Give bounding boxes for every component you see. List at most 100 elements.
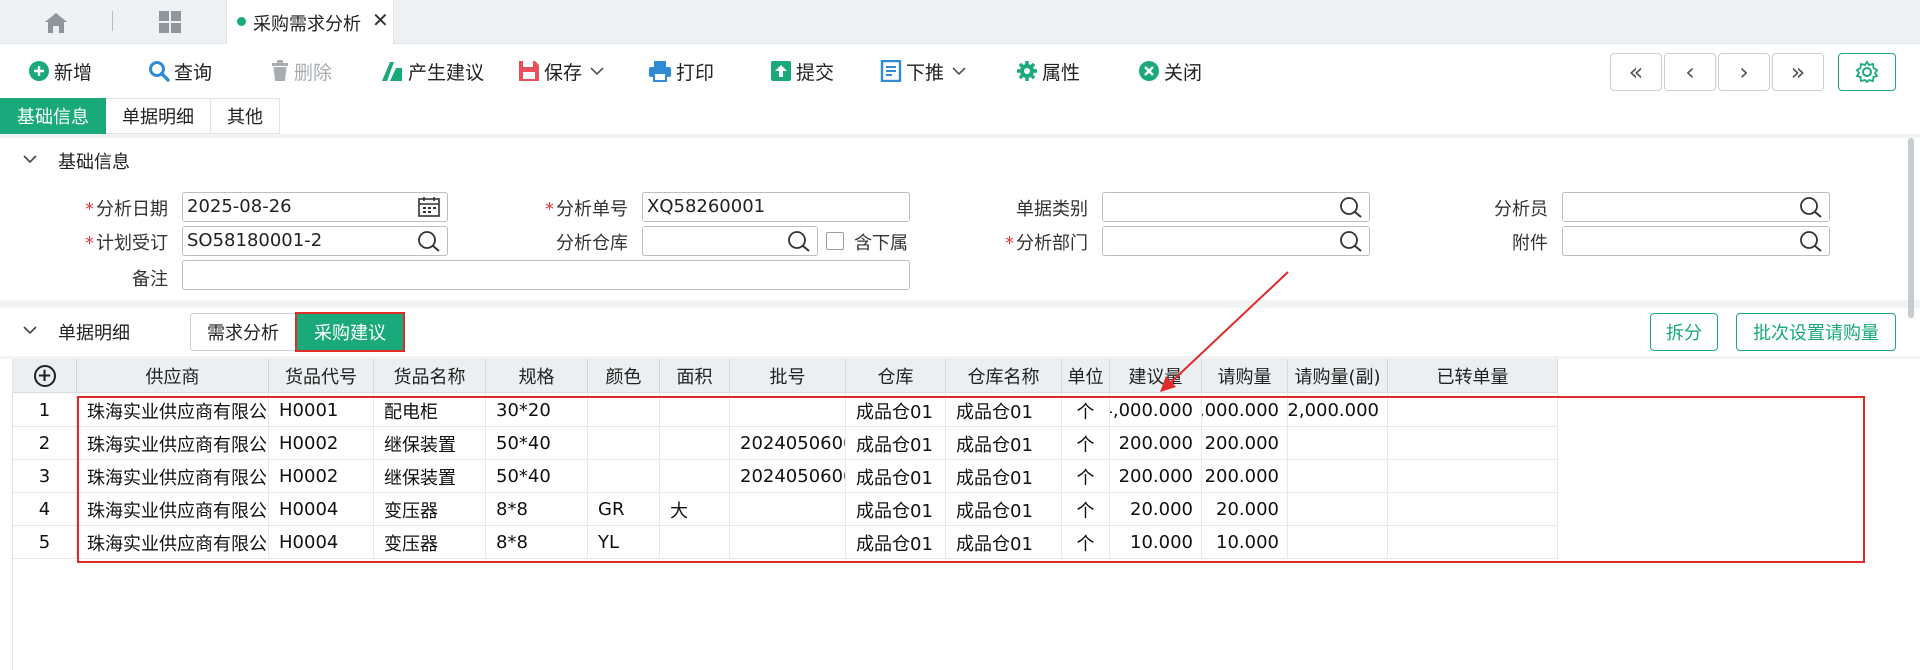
table-cell[interactable]: [1388, 526, 1558, 559]
table-cell[interactable]: 8*8: [486, 526, 588, 559]
department-field[interactable]: [1102, 226, 1370, 256]
column-header[interactable]: 请购量: [1202, 359, 1288, 393]
table-cell[interactable]: 大: [660, 493, 730, 526]
table-cell[interactable]: 变压器: [374, 493, 486, 526]
table-cell[interactable]: 珠海实业供应商有限公司: [77, 394, 269, 427]
save-button[interactable]: 保存: [518, 57, 608, 85]
table-cell[interactable]: 12,000.000: [1288, 394, 1388, 427]
table-cell[interactable]: 50*40: [486, 427, 588, 460]
collapse-chevron-icon[interactable]: [22, 324, 38, 336]
table-cell[interactable]: 个: [1062, 460, 1110, 493]
table-cell[interactable]: 成品仓01: [846, 526, 946, 559]
table-cell[interactable]: [1388, 394, 1558, 427]
table-cell[interactable]: H0001: [269, 394, 374, 427]
table-cell[interactable]: H0002: [269, 427, 374, 460]
search-icon[interactable]: [1799, 196, 1823, 218]
table-cell[interactable]: 成品仓01: [946, 427, 1062, 460]
close-tab-icon[interactable]: ✕: [372, 8, 389, 32]
table-cell[interactable]: 50*40: [486, 460, 588, 493]
table-cell[interactable]: [1288, 493, 1388, 526]
attachment-field[interactable]: [1562, 226, 1830, 256]
table-cell[interactable]: [660, 427, 730, 460]
analysis-warehouse-field[interactable]: [642, 226, 818, 256]
column-header[interactable]: 货品代号: [269, 359, 374, 393]
previous-record-button[interactable]: ‹: [1664, 53, 1716, 91]
table-cell[interactable]: 成品仓01: [846, 460, 946, 493]
table-cell[interactable]: 个: [1062, 427, 1110, 460]
table-cell[interactable]: 成品仓01: [846, 493, 946, 526]
column-header[interactable]: 颜色: [588, 359, 660, 393]
table-cell[interactable]: 个: [1062, 493, 1110, 526]
print-button[interactable]: 打印: [648, 57, 714, 85]
column-header[interactable]: 规格: [486, 359, 588, 393]
basic-info-header[interactable]: 基础信息: [0, 138, 1900, 184]
remark-field[interactable]: [182, 260, 910, 290]
table-cell[interactable]: [1288, 460, 1388, 493]
calendar-icon[interactable]: [417, 196, 441, 218]
table-cell[interactable]: 成品仓01: [846, 394, 946, 427]
generate-suggestion-button[interactable]: 产生建议: [380, 57, 484, 85]
search-icon[interactable]: [1799, 230, 1823, 252]
tab-demand-analysis[interactable]: 需求分析: [190, 313, 296, 351]
delete-button[interactable]: 删除: [270, 57, 332, 85]
table-cell[interactable]: [660, 460, 730, 493]
doc-type-field[interactable]: [1102, 192, 1370, 222]
column-header[interactable]: 仓库名称: [946, 359, 1062, 393]
tab-other[interactable]: 其他: [211, 98, 280, 134]
table-cell[interactable]: [1288, 526, 1388, 559]
query-button[interactable]: 查询: [148, 57, 212, 85]
table-cell[interactable]: [1288, 427, 1388, 460]
chevron-down-icon[interactable]: [590, 66, 604, 76]
table-cell[interactable]: [730, 493, 846, 526]
search-icon[interactable]: [1339, 196, 1363, 218]
table-cell[interactable]: [588, 460, 660, 493]
search-icon[interactable]: [787, 230, 811, 252]
table-cell[interactable]: 成品仓01: [946, 493, 1062, 526]
table-cell[interactable]: 20.000: [1110, 493, 1202, 526]
table-cell[interactable]: [1388, 427, 1558, 460]
table-row[interactable]: 1 珠海实业供应商有限公司 H0001 配电柜 30*20 成品仓01 成品仓01 个 4,00…: [13, 394, 1558, 427]
table-cell[interactable]: 成品仓01: [946, 460, 1062, 493]
properties-button[interactable]: 属性: [1016, 57, 1080, 85]
table-cell[interactable]: 珠海实业供应商有限公司: [77, 460, 269, 493]
table-cell[interactable]: 8*8: [486, 493, 588, 526]
table-cell[interactable]: GR: [588, 493, 660, 526]
table-cell[interactable]: 200.000: [1202, 460, 1288, 493]
table-cell[interactable]: 30*20: [486, 394, 588, 427]
tab-purchase-demand-analysis[interactable]: 采购需求分析 ✕: [226, 0, 394, 44]
column-header[interactable]: 请购量(副): [1288, 359, 1388, 393]
table-cell[interactable]: 珠海实业供应商有限公司: [77, 526, 269, 559]
analyst-field[interactable]: [1562, 192, 1830, 222]
table-cell[interactable]: 20240506001: [730, 427, 846, 460]
table-cell[interactable]: [588, 394, 660, 427]
close-button[interactable]: 关闭: [1138, 57, 1202, 85]
table-cell[interactable]: 变压器: [374, 526, 486, 559]
analysis-no-field[interactable]: XQ58260001: [642, 192, 910, 222]
table-cell[interactable]: 20.000: [1202, 493, 1288, 526]
table-cell[interactable]: H0002: [269, 460, 374, 493]
table-cell[interactable]: 成品仓01: [846, 427, 946, 460]
table-cell[interactable]: [660, 394, 730, 427]
table-cell[interactable]: 个: [1062, 394, 1110, 427]
first-record-button[interactable]: «: [1610, 53, 1662, 91]
table-row[interactable]: 5 珠海实业供应商有限公司 H0004 变压器 8*8 YL 成品仓01 成品仓01 个 10.0…: [13, 526, 1558, 559]
table-row[interactable]: 4 珠海实业供应商有限公司 H0004 变压器 8*8 GR 大成品仓01 成品仓01 个 20.…: [13, 493, 1558, 526]
table-cell[interactable]: [1388, 493, 1558, 526]
tab-purchase-suggestion[interactable]: 采购建议: [295, 312, 405, 352]
column-header[interactable]: 建议量: [1110, 359, 1202, 393]
column-header[interactable]: 面积: [660, 359, 730, 393]
column-header[interactable]: 供应商: [77, 359, 269, 393]
table-cell[interactable]: 10.000: [1202, 526, 1288, 559]
tab-document-detail[interactable]: 单据明细: [106, 98, 211, 134]
home-icon[interactable]: [40, 10, 72, 36]
table-cell[interactable]: 珠海实业供应商有限公司: [77, 493, 269, 526]
split-button[interactable]: 拆分: [1650, 313, 1718, 351]
collapse-chevron-icon[interactable]: [22, 153, 38, 165]
table-cell[interactable]: 20240506002: [730, 460, 846, 493]
table-cell[interactable]: [1388, 460, 1558, 493]
table-cell[interactable]: 配电柜: [374, 394, 486, 427]
plan-order-field[interactable]: SO58180001-2: [182, 226, 448, 256]
column-header[interactable]: 仓库: [846, 359, 946, 393]
submit-button[interactable]: 提交: [770, 57, 834, 85]
table-cell[interactable]: 4,000.000: [1202, 394, 1288, 427]
